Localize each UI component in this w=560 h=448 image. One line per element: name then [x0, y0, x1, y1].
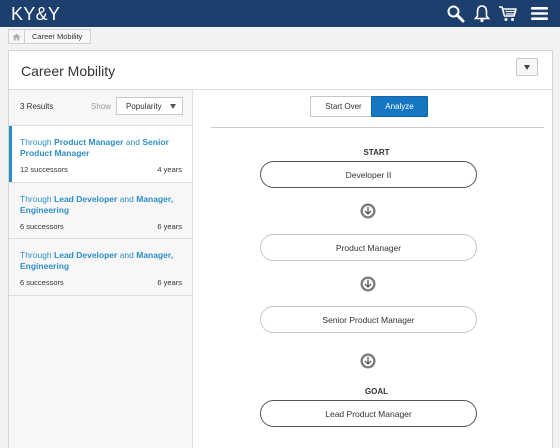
start-over-button[interactable]: Start Over — [310, 96, 377, 117]
path-successors: 12 successors — [20, 165, 68, 174]
chevron-down-icon — [524, 64, 530, 70]
path-years: 6 years — [157, 222, 182, 231]
arrow-down-icon — [360, 276, 376, 292]
path-item[interactable]: Through Lead Developer and Manager, Engi… — [9, 239, 192, 295]
search-icon[interactable] — [446, 4, 466, 23]
breadcrumb-item-career-mobility[interactable]: Career Mobility — [25, 32, 90, 41]
goal-label: GOAL — [364, 387, 389, 396]
app-logo[interactable]: KY&Y — [11, 4, 60, 25]
cart-icon[interactable] — [498, 4, 518, 23]
panel-options-button[interactable] — [516, 58, 538, 76]
show-label: Show — [91, 102, 112, 111]
top-bar: KY&Y — [0, 0, 560, 27]
path-years: 6 years — [157, 278, 182, 287]
actions-divider — [211, 127, 544, 128]
analyze-button[interactable]: Analyze — [371, 96, 428, 117]
path-successors: 6 successors — [20, 222, 64, 231]
arrow-down-icon — [360, 353, 376, 369]
caret-down-icon — [170, 104, 176, 109]
career-mobility-panel: Career Mobility 3 Results Show Popularit… — [8, 50, 553, 448]
menu-icon[interactable] — [530, 4, 550, 23]
flow-node-goal[interactable]: Lead Product Manager — [260, 400, 477, 427]
home-icon[interactable] — [9, 30, 25, 43]
results-count: 3 Results — [20, 102, 54, 111]
path-title: Through Lead Developer and Manager, Engi… — [20, 194, 174, 215]
sort-select[interactable]: Popularity — [116, 97, 183, 115]
page-title: Career Mobility — [21, 63, 116, 79]
list-divider — [9, 295, 192, 296]
path-title: Through Product Manager and Senior Produ… — [20, 137, 169, 158]
arrow-down-icon — [360, 203, 376, 219]
flow-node-start[interactable]: Developer II — [260, 161, 477, 188]
bell-icon[interactable] — [472, 4, 492, 23]
path-item[interactable]: Through Product Manager and Senior Produ… — [9, 126, 192, 182]
breadcrumb: Career Mobility — [8, 29, 92, 44]
flow-node-step[interactable]: Senior Product Manager — [260, 306, 477, 333]
path-item[interactable]: Through Lead Developer and Manager, Engi… — [9, 183, 192, 239]
path-years: 4 years — [157, 165, 182, 174]
path-successors: 6 successors — [20, 278, 64, 287]
flow-node-step[interactable]: Product Manager — [260, 234, 477, 261]
paths-sidebar: 3 Results Show Popularity Through Produc… — [9, 90, 193, 448]
start-label: START — [363, 148, 390, 157]
path-title: Through Lead Developer and Manager, Engi… — [20, 250, 174, 271]
sort-select-value: Popularity — [126, 101, 162, 111]
